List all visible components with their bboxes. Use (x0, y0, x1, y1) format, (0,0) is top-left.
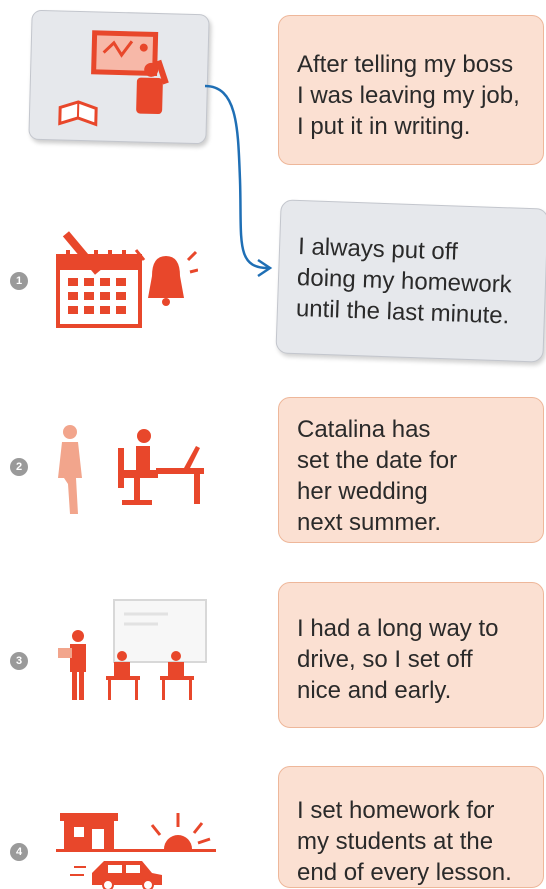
item-number-3: 3 (10, 652, 28, 670)
woman-and-desk-icon (58, 425, 204, 514)
card-line: I set homework for (297, 797, 495, 824)
item-number-2: 2 (10, 458, 28, 476)
sentence-card-3: I had a long way to drive, so I set off … (278, 582, 544, 728)
item-number-4: 4 (10, 843, 28, 861)
card-line: I had a long way to (297, 615, 499, 642)
example-sentence-card: After telling my boss I was leaving my j… (278, 15, 544, 165)
card-line: Catalina has (297, 416, 431, 443)
card-line: next summer. (297, 509, 442, 536)
card-line: drive, so I set off (297, 646, 473, 673)
sentence-card-2: Catalina has set the date for her weddin… (278, 397, 544, 543)
card-line: my students at the (297, 828, 494, 855)
card-line: I was leaving my job, (297, 82, 520, 109)
sentence-card-4: I set homework for my students at the en… (278, 766, 544, 888)
card-line: end of every lesson. (297, 859, 512, 886)
card-line: nice and early. (297, 677, 452, 704)
sentence-card-1: I always put off doing my homework until… (275, 199, 546, 363)
house-sunrise-car-icon (56, 813, 216, 889)
card-line: I put it in writing. (297, 113, 471, 140)
calendar-alarm-icon (56, 231, 198, 328)
card-line: her wedding (297, 478, 428, 505)
card-line: After telling my boss (297, 51, 514, 78)
card-line: set the date for (297, 447, 458, 474)
item-number-1: 1 (10, 272, 28, 290)
classroom-icon (58, 599, 207, 700)
